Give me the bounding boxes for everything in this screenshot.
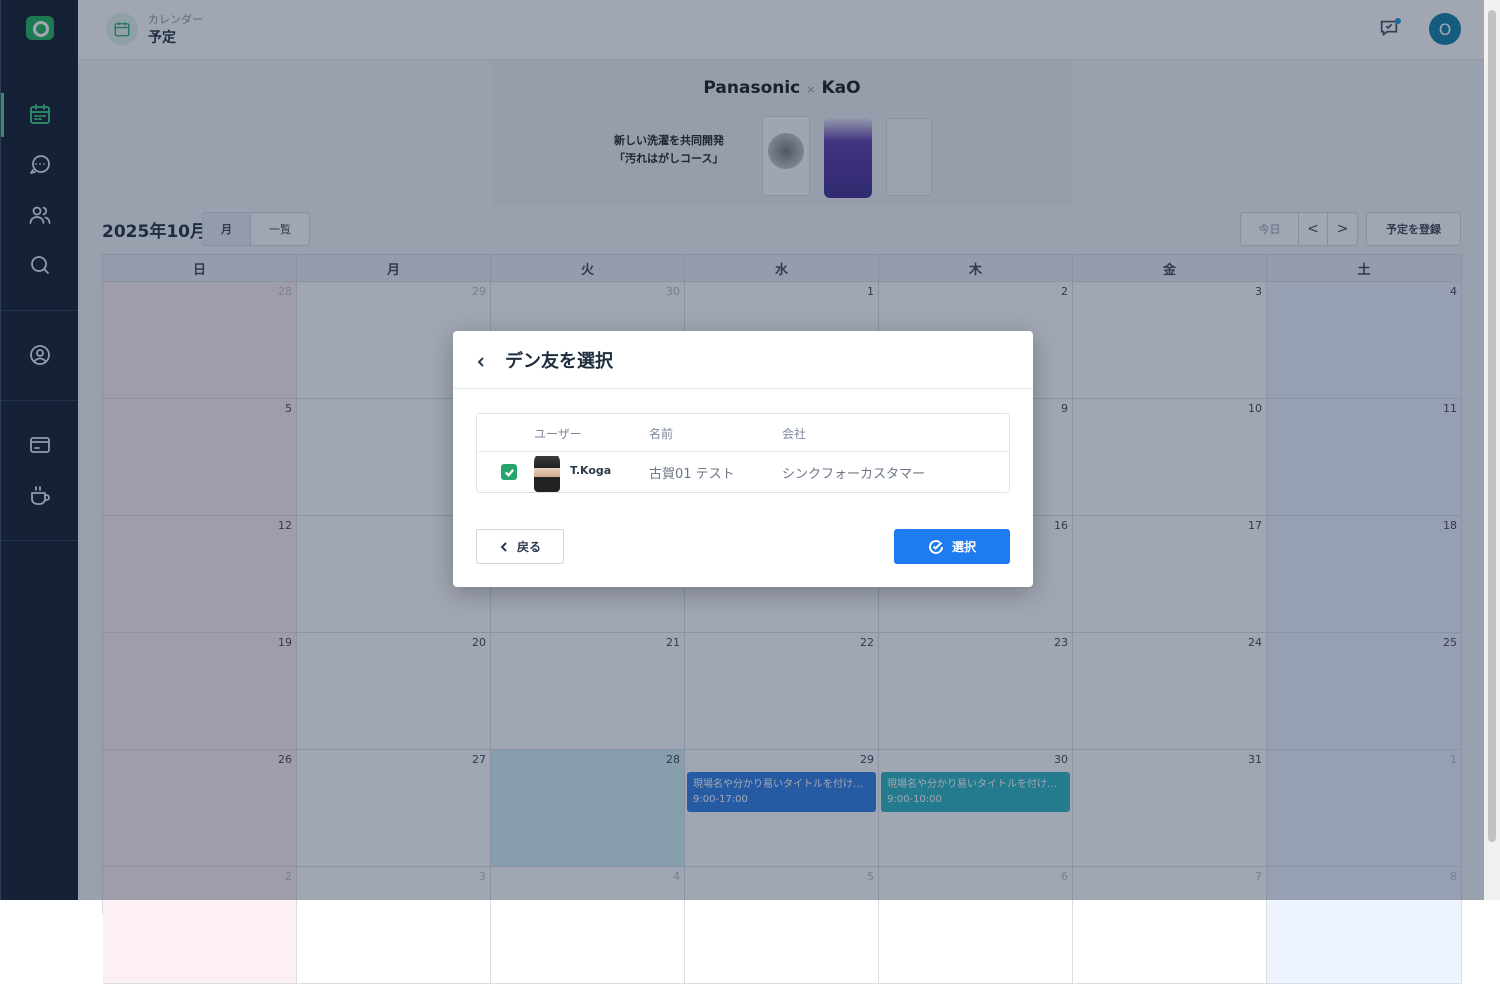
chevron-left-icon	[477, 356, 484, 367]
friend-name: 古賀01 テスト	[649, 467, 735, 482]
scrollbar[interactable]	[1484, 0, 1500, 900]
select-friend-dialog: デン友を選択 ユーザー 名前 会社 T.Koga 古賀01 テスト シンクフォー…	[453, 331, 1033, 587]
friend-checkbox[interactable]	[501, 464, 517, 480]
friend-table: ユーザー 名前 会社 T.Koga 古賀01 テスト シンクフォーカスタマー	[476, 413, 1010, 493]
friend-avatar	[534, 452, 560, 492]
dialog-title: デン友を選択	[505, 350, 613, 372]
friend-company: シンクフォーカスタマー	[782, 467, 926, 482]
back-button[interactable]: 戻る	[476, 529, 564, 564]
check-circle-icon	[929, 539, 943, 554]
column-header-user: ユーザー	[534, 427, 582, 441]
back-button-label: 戻る	[516, 540, 541, 554]
column-header-company: 会社	[782, 427, 807, 441]
dialog-back-button[interactable]	[475, 353, 489, 367]
column-header-name: 名前	[649, 427, 674, 441]
dialog-header: デン友を選択	[453, 331, 1033, 389]
scrollbar-thumb[interactable]	[1488, 10, 1496, 842]
select-button[interactable]: 選択	[894, 529, 1010, 564]
select-button-label: 選択	[951, 540, 976, 554]
chevron-left-icon	[500, 541, 507, 552]
friend-username: T.Koga	[570, 464, 612, 477]
check-icon	[504, 468, 514, 477]
table-divider	[477, 451, 1009, 452]
